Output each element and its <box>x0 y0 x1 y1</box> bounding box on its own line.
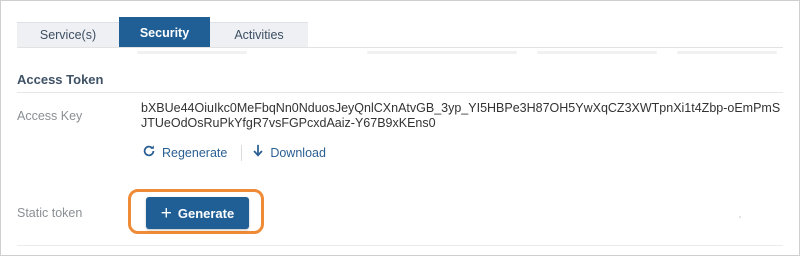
download-label: Download <box>270 145 326 160</box>
download-button[interactable]: Download <box>252 144 326 161</box>
tab-activities-label: Activities <box>234 28 284 42</box>
plus-icon: + <box>160 202 172 224</box>
generate-label: Generate <box>177 205 235 221</box>
download-icon <box>252 144 270 161</box>
access-key-label: Access Key <box>17 109 83 123</box>
bottom-divider <box>17 245 783 246</box>
refresh-icon <box>142 144 162 161</box>
security-panel: Service(s) Security Activities Access To… <box>0 0 800 256</box>
static-token-label: Static token <box>17 206 83 220</box>
token-actions: Regenerate Download <box>141 144 326 161</box>
tab-bar: Service(s) Security Activities <box>17 17 308 48</box>
regenerate-label: Regenerate <box>162 145 228 160</box>
faded-header-row <box>17 51 783 57</box>
regenerate-button[interactable]: Regenerate <box>142 144 227 161</box>
tab-services[interactable]: Service(s) <box>17 22 119 47</box>
tab-security-label: Security <box>139 25 190 40</box>
tab-activities[interactable]: Activities <box>210 22 308 47</box>
generate-button[interactable]: + Generate <box>146 197 249 229</box>
tab-services-label: Service(s) <box>39 28 97 42</box>
decorative-dot <box>739 216 741 218</box>
section-title: Access Token <box>17 72 104 87</box>
access-key-value: bXBUe44OiuIkc0MeFbqNn0NduosJeyQnlCXnAtvG… <box>141 101 781 130</box>
section-divider <box>17 92 783 93</box>
tab-divider <box>17 47 783 48</box>
tab-security[interactable]: Security <box>119 17 210 48</box>
action-separator <box>241 144 243 161</box>
